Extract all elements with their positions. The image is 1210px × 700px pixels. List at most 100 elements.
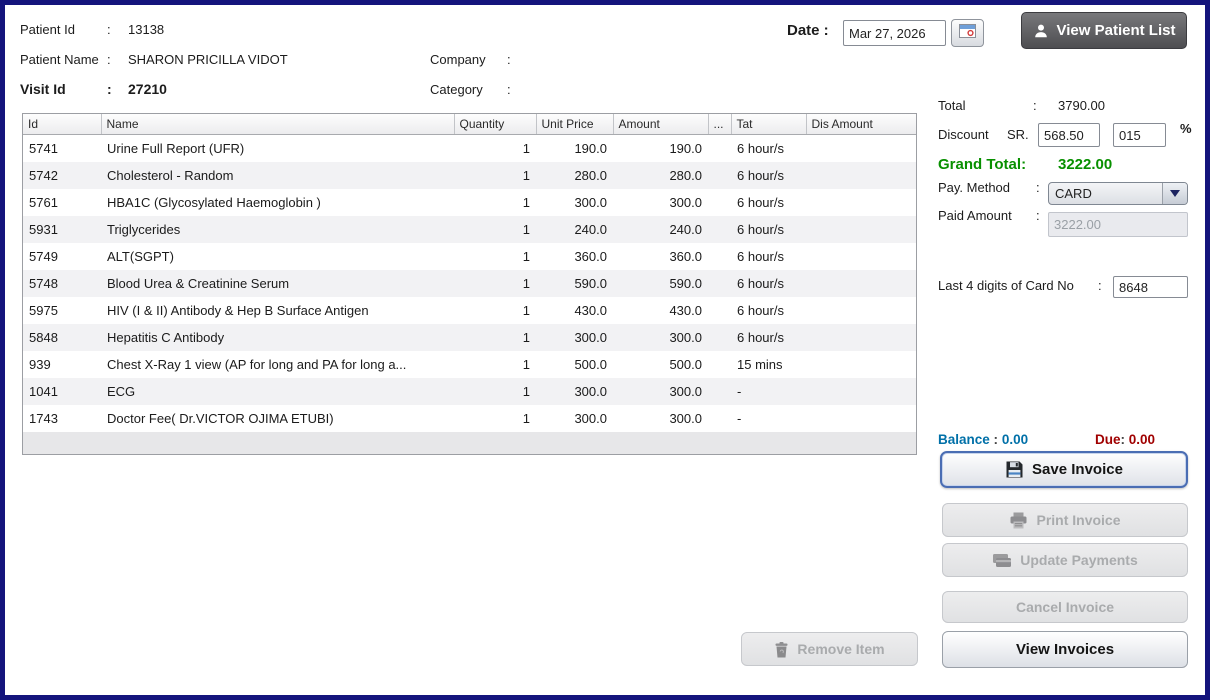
patient-id-value: 13138 bbox=[128, 22, 164, 37]
card-last4-label: Last 4 digits of Card No bbox=[938, 278, 1074, 293]
remove-item-button[interactable]: Remove Item bbox=[741, 632, 918, 666]
cell-name: HBA1C (Glycosylated Haemoglobin ) bbox=[101, 189, 454, 216]
cell-dis_amount bbox=[806, 135, 917, 163]
table-row[interactable]: 5848Hepatitis C Antibody1300.0300.06 hou… bbox=[23, 324, 917, 351]
cell-unit_price: 300.0 bbox=[536, 324, 613, 351]
table-row[interactable]: 5975HIV (I & II) Antibody & Hep B Surfac… bbox=[23, 297, 917, 324]
cell-quantity: 1 bbox=[454, 135, 536, 163]
cell-tat: - bbox=[731, 378, 806, 405]
cell-amount: 590.0 bbox=[613, 270, 708, 297]
visit-id-value: 27210 bbox=[128, 81, 167, 97]
colon: : bbox=[1036, 208, 1040, 223]
cell-unit_price: 360.0 bbox=[536, 243, 613, 270]
cell-dots bbox=[708, 297, 731, 324]
cell-id: 5761 bbox=[23, 189, 101, 216]
cell-quantity: 1 bbox=[454, 189, 536, 216]
cell-dis_amount bbox=[806, 378, 917, 405]
due-label: Due: 0.00 bbox=[1095, 432, 1155, 447]
cell-tat: 6 hour/s bbox=[731, 135, 806, 163]
date-label: Date : bbox=[787, 22, 829, 39]
table-row[interactable]: 5761HBA1C (Glycosylated Haemoglobin )130… bbox=[23, 189, 917, 216]
save-invoice-button[interactable]: Save Invoice bbox=[940, 451, 1188, 488]
cell-quantity: 1 bbox=[454, 243, 536, 270]
table-row[interactable]: 5742Cholesterol - Random1280.0280.06 hou… bbox=[23, 162, 917, 189]
cell-dis_amount bbox=[806, 405, 917, 432]
patient-name-label: Patient Name bbox=[20, 52, 99, 67]
invoice-window: Patient Id : 13138 Patient Name : SHARON… bbox=[0, 0, 1210, 700]
cell-tat: 6 hour/s bbox=[731, 162, 806, 189]
chevron-down-icon[interactable] bbox=[1162, 183, 1187, 204]
cancel-invoice-label: Cancel Invoice bbox=[1016, 599, 1114, 615]
column-header-name[interactable]: Name bbox=[101, 114, 454, 135]
table-row[interactable]: 939Chest X-Ray 1 view (AP for long and P… bbox=[23, 351, 917, 378]
pay-method-value: CARD bbox=[1049, 183, 1162, 204]
column-header-quantity[interactable]: Quantity bbox=[454, 114, 536, 135]
column-header-unit_price[interactable]: Unit Price bbox=[536, 114, 613, 135]
cell-unit_price: 300.0 bbox=[536, 378, 613, 405]
person-icon bbox=[1033, 23, 1049, 39]
cell-amount: 300.0 bbox=[613, 189, 708, 216]
cell-id: 5741 bbox=[23, 135, 101, 163]
cell-dis_amount bbox=[806, 162, 917, 189]
column-header-dis_amount[interactable]: Dis Amount bbox=[806, 114, 917, 135]
cell-name: HIV (I & II) Antibody & Hep B Surface An… bbox=[101, 297, 454, 324]
discount-currency-label: SR. bbox=[1007, 127, 1029, 142]
calendar-icon bbox=[959, 24, 976, 43]
column-header-dots[interactable]: ... bbox=[708, 114, 731, 135]
cell-name: Hepatitis C Antibody bbox=[101, 324, 454, 351]
cell-unit_price: 240.0 bbox=[536, 216, 613, 243]
cell-tat: 6 hour/s bbox=[731, 189, 806, 216]
cell-dis_amount bbox=[806, 351, 917, 378]
card-last4-input[interactable] bbox=[1113, 276, 1188, 298]
cell-quantity: 1 bbox=[454, 378, 536, 405]
due-value: 0.00 bbox=[1129, 432, 1155, 447]
cell-dots bbox=[708, 216, 731, 243]
cell-quantity: 1 bbox=[454, 351, 536, 378]
date-input[interactable] bbox=[843, 20, 946, 46]
invoice-table[interactable]: IdNameQuantityUnit PriceAmount...TatDis … bbox=[22, 113, 917, 455]
view-patient-list-button[interactable]: View Patient List bbox=[1021, 12, 1187, 49]
cell-id: 5931 bbox=[23, 216, 101, 243]
cell-name: Chest X-Ray 1 view (AP for long and PA f… bbox=[101, 351, 454, 378]
cancel-invoice-button[interactable]: Cancel Invoice bbox=[942, 591, 1188, 623]
cell-amount: 300.0 bbox=[613, 378, 708, 405]
table-row[interactable]: 5741Urine Full Report (UFR)1190.0190.06 … bbox=[23, 135, 917, 163]
cell-quantity: 1 bbox=[454, 270, 536, 297]
cell-dots bbox=[708, 270, 731, 297]
column-header-id[interactable]: Id bbox=[23, 114, 101, 135]
table-row[interactable]: 5749ALT(SGPT)1360.0360.06 hour/s bbox=[23, 243, 917, 270]
cell-unit_price: 590.0 bbox=[536, 270, 613, 297]
print-invoice-button[interactable]: Print Invoice bbox=[942, 503, 1188, 537]
column-header-tat[interactable]: Tat bbox=[731, 114, 806, 135]
cell-tat: - bbox=[731, 405, 806, 432]
cell-unit_price: 500.0 bbox=[536, 351, 613, 378]
table-row[interactable]: 5931Triglycerides1240.0240.06 hour/s bbox=[23, 216, 917, 243]
cell-id: 1041 bbox=[23, 378, 101, 405]
table-row[interactable]: 5748Blood Urea & Creatinine Serum1590.05… bbox=[23, 270, 917, 297]
total-label: Total bbox=[938, 98, 965, 113]
pay-method-select[interactable]: CARD bbox=[1048, 182, 1188, 205]
cell-unit_price: 300.0 bbox=[536, 189, 613, 216]
patient-id-label: Patient Id bbox=[20, 22, 75, 37]
cell-tat: 6 hour/s bbox=[731, 297, 806, 324]
calendar-button[interactable] bbox=[951, 19, 984, 47]
update-payments-button[interactable]: Update Payments bbox=[942, 543, 1188, 577]
discount-percent-input[interactable] bbox=[1113, 123, 1166, 147]
colon: : bbox=[507, 52, 511, 67]
cell-name: ECG bbox=[101, 378, 454, 405]
cell-dis_amount bbox=[806, 324, 917, 351]
cell-amount: 240.0 bbox=[613, 216, 708, 243]
discount-amount-input[interactable] bbox=[1038, 123, 1100, 147]
view-invoices-button[interactable]: View Invoices bbox=[942, 631, 1188, 668]
update-payments-label: Update Payments bbox=[1020, 552, 1137, 568]
colon: : bbox=[1098, 278, 1102, 293]
cell-dots bbox=[708, 378, 731, 405]
table-row[interactable]: 1743Doctor Fee( Dr.VICTOR OJIMA ETUBI)13… bbox=[23, 405, 917, 432]
floppy-disk-icon bbox=[1005, 460, 1024, 479]
colon: : bbox=[107, 52, 111, 67]
table-row[interactable]: 1041ECG1300.0300.0- bbox=[23, 378, 917, 405]
balance-value: 0.00 bbox=[1002, 432, 1028, 447]
column-header-amount[interactable]: Amount bbox=[613, 114, 708, 135]
cell-dis_amount bbox=[806, 297, 917, 324]
cell-dots bbox=[708, 324, 731, 351]
